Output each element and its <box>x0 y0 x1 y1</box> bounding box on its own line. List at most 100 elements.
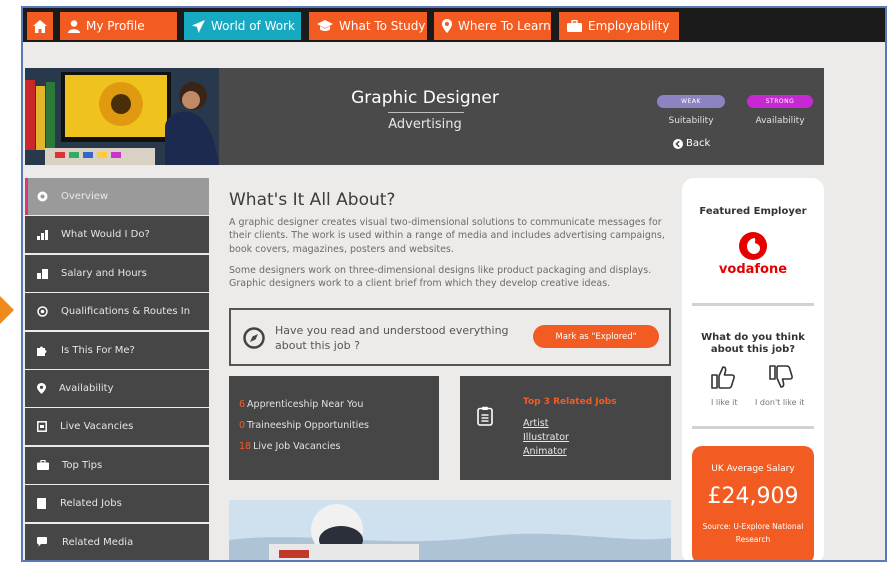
thumbs-down-icon[interactable] <box>768 364 794 390</box>
sidebar-item-top-tips[interactable]: Top Tips <box>25 446 209 484</box>
salary-label: UK Average Salary <box>711 464 795 474</box>
opportunities-panel: 6 Apprenticeship Near You 0 Traineeship Op… <box>229 376 439 480</box>
related-job-link[interactable]: Illustrator <box>523 432 569 443</box>
app-window: My Profile World of Work What To Study W… <box>21 6 887 562</box>
nav-world-of-work-label: World of Work <box>211 19 295 33</box>
media-image[interactable] <box>229 500 671 560</box>
vodafone-logo-icon[interactable] <box>738 231 768 261</box>
sidebar-item-label: Related Media <box>62 536 134 548</box>
salary-source: Source: U-Explore National Research <box>702 522 804 544</box>
sidebar-item-label: Qualifications & Routes In <box>61 306 191 318</box>
stat-traineeships[interactable]: 0 Traineeship Opportunities <box>239 420 369 431</box>
availability-label: Availability <box>755 116 805 126</box>
compass-icon <box>243 327 265 349</box>
sidebar-item-label: Salary and Hours <box>61 267 147 279</box>
sidebar-item-availability[interactable]: Availability <box>25 369 209 407</box>
job-sector: Advertising <box>388 117 462 132</box>
salary-card: UK Average Salary £24,909 Source: U-Expl… <box>692 446 814 560</box>
title-divider <box>388 112 464 113</box>
opinion-title: What do you think about this job? <box>701 332 805 355</box>
description-paragraph-1: A graphic designer creates visual two-di… <box>229 217 665 255</box>
designer-photo <box>25 68 219 165</box>
employer-name[interactable]: vodafone <box>682 262 824 277</box>
sidebar-item-label: Overview <box>61 191 109 202</box>
salary-value: £24,909 <box>707 484 799 509</box>
chat-icon <box>37 537 47 547</box>
door-icon <box>37 421 47 433</box>
sidebar-item-label: Is This For Me? <box>61 344 135 356</box>
sidebar-item-related-media[interactable]: Related Media <box>25 523 209 560</box>
mark-explored-button[interactable]: Mark as "Explored" <box>533 325 659 348</box>
description-paragraph-2: Some designers work on three-dimensional… <box>229 265 652 290</box>
astronaut-photo <box>229 500 671 560</box>
sidebar-item-label: Related Jobs <box>60 498 122 510</box>
section-sidebar: Overview What Would I Do? Salary and Hou… <box>25 178 209 560</box>
nav-where-to-learn[interactable]: Where To Learn <box>434 12 551 40</box>
stat-vacancies[interactable]: 18 Live Job Vacancies <box>239 441 340 452</box>
sidebar-item-overview[interactable]: Overview <box>25 178 209 215</box>
stat-label: Apprenticeship Near You <box>247 399 364 410</box>
stat-count: 6 <box>239 399 246 410</box>
sidebar-item-label: Live Vacancies <box>60 421 134 433</box>
pointer-arrow-icon <box>0 296 14 324</box>
nav-what-to-study[interactable]: What To Study <box>309 12 427 40</box>
map-pin-icon <box>442 19 452 33</box>
sidebar-item-what-would-i-do[interactable]: What Would I Do? <box>25 216 209 254</box>
briefcase-icon <box>37 460 49 471</box>
sidebar-item-label: What Would I Do? <box>61 229 150 241</box>
graduation-cap-icon <box>317 20 333 31</box>
job-title: Graphic Designer <box>351 88 499 108</box>
thumbs-up-icon[interactable] <box>710 364 736 390</box>
right-info-panel: Featured Employer vodafone What do you t… <box>682 178 824 560</box>
nav-my-profile[interactable]: My Profile <box>60 12 177 40</box>
job-header: Graphic Designer Advertising WEAK Suitab… <box>25 68 824 165</box>
nav-my-profile-label: My Profile <box>86 19 145 33</box>
circle-icon <box>37 191 48 202</box>
briefcase-icon <box>567 20 582 32</box>
back-arrow-icon <box>673 138 683 149</box>
book-icon <box>37 498 46 510</box>
sidebar-item-label: Availability <box>59 382 114 394</box>
nav-home[interactable] <box>27 12 53 40</box>
back-button[interactable]: Back <box>673 138 710 149</box>
user-icon <box>68 19 80 33</box>
stat-apprenticeships[interactable]: 6 Apprenticeship Near You <box>239 399 363 410</box>
target-icon <box>37 306 48 317</box>
divider <box>692 303 814 306</box>
stat-label: Traineeship Opportunities <box>247 420 370 431</box>
stat-count: 0 <box>239 420 246 431</box>
nav-what-to-study-label: What To Study <box>339 19 426 33</box>
location-icon <box>37 382 46 394</box>
featured-employer-title: Featured Employer <box>699 206 807 217</box>
home-icon <box>33 19 47 33</box>
nav-employability[interactable]: Employability <box>559 12 679 40</box>
sidebar-item-related-jobs[interactable]: Related Jobs <box>25 485 209 523</box>
nav-where-to-learn-label: Where To Learn <box>458 19 551 33</box>
related-jobs-title: Top 3 Related Jobs <box>523 397 617 407</box>
money-icon <box>37 268 48 279</box>
nav-world-of-work[interactable]: World of Work <box>184 12 301 40</box>
dislike-label[interactable]: I don't like it <box>755 398 804 407</box>
nav-employability-label: Employability <box>588 19 670 33</box>
like-label[interactable]: I like it <box>711 398 738 407</box>
related-jobs-panel: Top 3 Related Jobs Artist Illustrator An… <box>460 376 671 480</box>
related-job-link[interactable]: Artist <box>523 418 548 429</box>
divider <box>692 426 814 429</box>
explored-prompt: Have you read and understood everything … <box>229 308 671 366</box>
section-heading: What's It All About? <box>229 190 396 210</box>
explored-question: Have you read and understood everything … <box>275 324 509 352</box>
sidebar-item-live-vacancies[interactable]: Live Vacancies <box>25 408 209 446</box>
stat-count: 18 <box>239 441 252 452</box>
sidebar-item-salary-and-hours[interactable]: Salary and Hours <box>25 254 209 292</box>
related-job-link[interactable]: Animator <box>523 446 567 457</box>
top-navigation: My Profile World of Work What To Study W… <box>23 8 885 42</box>
clipboard-icon <box>477 406 493 426</box>
paper-plane-icon <box>192 19 205 33</box>
stat-label: Live Job Vacancies <box>253 441 341 452</box>
suitability-label: Suitability <box>668 116 714 126</box>
puzzle-icon <box>37 346 47 356</box>
sidebar-item-is-this-for-me[interactable]: Is This For Me? <box>25 331 209 369</box>
sidebar-item-label: Top Tips <box>62 459 103 471</box>
bar-chart-icon <box>37 229 48 240</box>
sidebar-item-qualifications[interactable]: Qualifications & Routes In <box>25 293 209 331</box>
